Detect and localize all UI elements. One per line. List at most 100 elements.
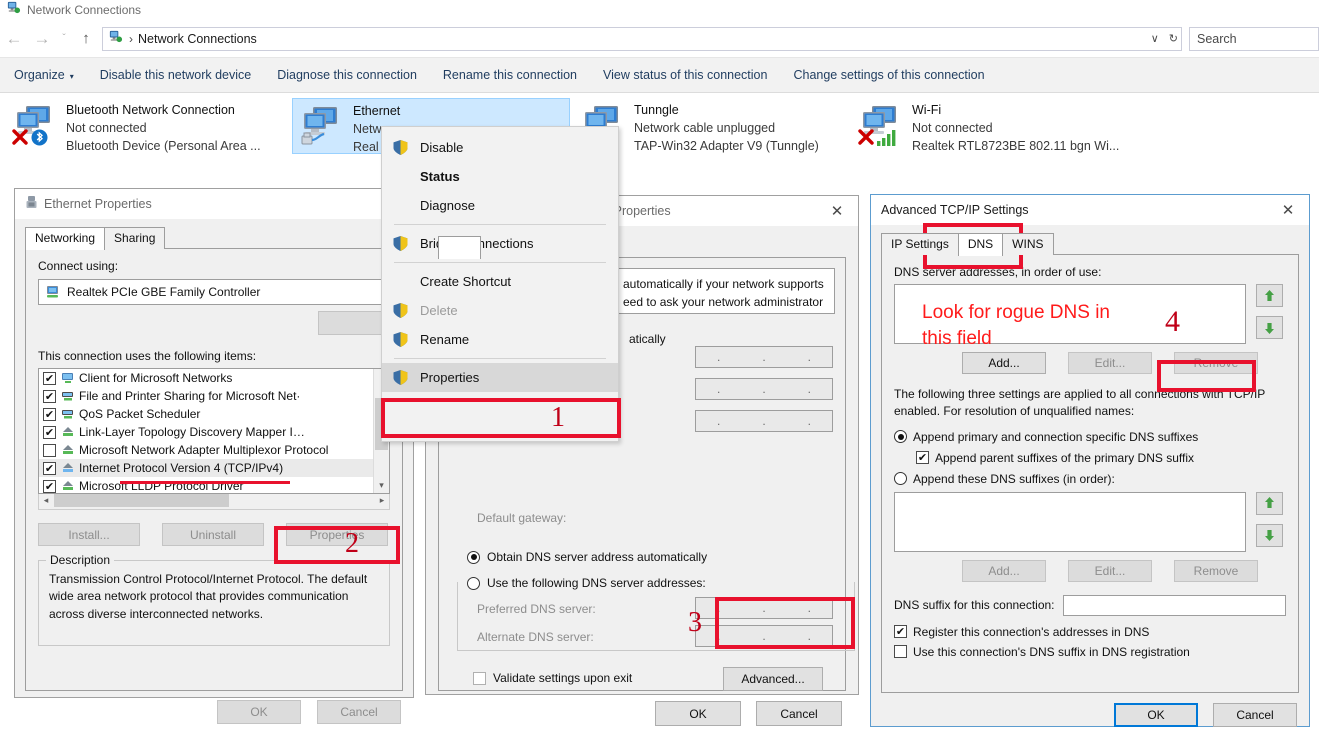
append-primary-radio[interactable]: Append primary and connection specific D… xyxy=(894,430,1286,444)
list-horizontal-scrollbar[interactable]: ◂ ▸ xyxy=(38,494,390,510)
breadcrumb-current[interactable]: Network Connections xyxy=(138,32,257,46)
close-icon[interactable]: ✕ xyxy=(1267,195,1309,225)
network-items-listbox[interactable]: ✔ Client for Microsoft Networks ✔ File a… xyxy=(38,368,390,494)
ok-button[interactable]: OK xyxy=(217,700,301,724)
append-parent-checkbox[interactable]: ✔ Append parent suffixes of the primary … xyxy=(916,451,1286,465)
list-item[interactable]: ✔ Microsoft LLDP Protocol Driver xyxy=(39,477,389,493)
list-item[interactable]: ✔ File and Printer Sharing for Microsoft… xyxy=(39,387,389,405)
subnet-mask-field[interactable]: ... xyxy=(695,378,833,400)
suffix-edit-button[interactable]: Edit... xyxy=(1068,559,1152,582)
install-button[interactable]: Install... xyxy=(38,523,140,546)
context-item-properties[interactable]: Properties xyxy=(382,363,618,392)
scroll-right-icon[interactable]: ▸ xyxy=(375,494,389,507)
breadcrumb-dropdown-icon[interactable]: ∨ xyxy=(1151,32,1159,45)
checkbox-icon[interactable] xyxy=(894,645,907,659)
signal-bars-icon xyxy=(877,130,896,146)
use-suffix-checkbox[interactable]: Use this connection's DNS suffix in DNS … xyxy=(894,645,1286,659)
item-checkbox[interactable] xyxy=(43,443,56,457)
suffix-add-button[interactable]: Add... xyxy=(962,559,1046,582)
alternate-dns-field[interactable]: ... xyxy=(695,625,833,647)
tab-wins[interactable]: WINS xyxy=(1002,233,1054,255)
dns-suffix-input[interactable] xyxy=(1062,594,1286,616)
ethernet-port-icon xyxy=(25,195,38,214)
rename-connection-button[interactable]: Rename this connection xyxy=(430,68,590,82)
context-item-bridge-connections[interactable]: Bridge Connections xyxy=(382,229,618,258)
dns-add-button[interactable]: Add... xyxy=(962,352,1046,374)
obtain-dns-automatically-radio[interactable]: Obtain DNS server address automatically xyxy=(467,550,707,564)
up-button[interactable]: ↑ xyxy=(72,25,100,53)
tab-ip-settings[interactable]: IP Settings xyxy=(881,233,959,255)
item-checkbox[interactable]: ✔ xyxy=(43,461,56,475)
dns-edit-button[interactable]: Edit... xyxy=(1068,352,1152,374)
tab-networking[interactable]: Networking xyxy=(25,227,106,250)
ok-button[interactable]: OK xyxy=(1114,703,1198,727)
disable-device-button[interactable]: Disable this network device xyxy=(87,68,264,82)
adapter-status: Not connected xyxy=(912,120,993,135)
cancel-button[interactable]: Cancel xyxy=(317,700,401,724)
item-checkbox[interactable]: ✔ xyxy=(43,425,56,439)
radio-icon[interactable] xyxy=(467,576,480,590)
register-addresses-checkbox[interactable]: ✔ Register this connection's addresses i… xyxy=(894,625,1286,639)
list-item[interactable]: ✔ QoS Packet Scheduler xyxy=(39,405,389,423)
checkbox-icon[interactable]: ✔ xyxy=(916,451,929,465)
preferred-dns-field[interactable]: ... xyxy=(695,597,833,619)
item-checkbox[interactable]: ✔ xyxy=(43,371,56,385)
use-following-dns-radio[interactable]: Use the following DNS server addresses: xyxy=(467,576,706,590)
context-item-create-shortcut[interactable]: Create Shortcut xyxy=(382,267,618,296)
validate-settings-checkbox[interactable]: Validate settings upon exit xyxy=(473,671,632,685)
tab-dns[interactable]: DNS xyxy=(957,233,1004,256)
item-checkbox[interactable]: ✔ xyxy=(43,407,56,421)
suffix-move-up-button[interactable] xyxy=(1256,491,1283,515)
dns-remove-button[interactable]: Remove xyxy=(1174,352,1258,374)
tab-general[interactable] xyxy=(438,236,482,259)
append-these-radio[interactable]: Append these DNS suffixes (in order): xyxy=(894,472,1286,486)
search-input[interactable]: Search xyxy=(1189,26,1319,51)
adapter-tile-bluetooth[interactable]: Bluetooth Network Connection Not connect… xyxy=(6,98,288,154)
list-item-selected[interactable]: ✔ Internet Protocol Version 4 (TCP/IPv4) xyxy=(39,459,389,477)
scroll-down-icon[interactable]: ▾ xyxy=(374,480,389,491)
configure-button[interactable] xyxy=(318,311,390,335)
suffix-move-down-button[interactable] xyxy=(1256,523,1283,547)
ip-address-field[interactable]: ... xyxy=(695,346,833,368)
tab-sharing[interactable]: Sharing xyxy=(104,227,166,249)
recent-locations-button[interactable]: ˇ xyxy=(56,25,72,53)
context-item-disable[interactable]: Disable xyxy=(382,133,618,162)
scroll-left-icon[interactable]: ◂ xyxy=(39,494,53,507)
advanced-button[interactable]: Advanced... xyxy=(723,667,823,691)
context-item-rename[interactable]: Rename xyxy=(382,325,618,354)
list-item[interactable]: ✔ Client for Microsoft Networks xyxy=(39,369,389,387)
radio-icon[interactable] xyxy=(894,430,907,444)
uninstall-button[interactable]: Uninstall xyxy=(162,523,264,546)
scrollbar-thumb[interactable] xyxy=(54,494,229,507)
change-settings-button[interactable]: Change settings of this connection xyxy=(780,68,997,82)
dns-server-listbox[interactable] xyxy=(894,284,1246,344)
move-up-button[interactable] xyxy=(1256,284,1283,307)
back-button[interactable]: ← xyxy=(0,25,28,53)
item-checkbox[interactable]: ✔ xyxy=(43,479,56,493)
radio-icon[interactable] xyxy=(467,550,480,564)
checkbox-icon[interactable]: ✔ xyxy=(894,625,907,639)
checkbox-icon[interactable] xyxy=(473,671,486,685)
breadcrumb-bar[interactable]: › Network Connections ∨ ↻ xyxy=(102,26,1182,51)
move-down-button[interactable] xyxy=(1256,316,1283,339)
dns-suffix-listbox[interactable] xyxy=(894,491,1246,552)
adapter-tile-wifi[interactable]: Wi-Fi Not connected Realtek RTL8723BE 80… xyxy=(852,98,1152,154)
suffix-remove-button[interactable]: Remove xyxy=(1174,559,1258,582)
list-item[interactable]: ✔ Link-Layer Topology Discovery Mapper I… xyxy=(39,423,389,441)
close-icon[interactable]: ✕ xyxy=(816,196,858,226)
radio-icon[interactable] xyxy=(894,472,907,486)
item-properties-button[interactable]: Properties xyxy=(286,523,388,546)
list-item[interactable]: Microsoft Network Adapter Multiplexor Pr… xyxy=(39,441,389,459)
ok-button[interactable]: OK xyxy=(655,701,741,726)
cancel-button[interactable]: Cancel xyxy=(1213,703,1297,727)
refresh-icon[interactable]: ↻ xyxy=(1169,32,1178,45)
item-checkbox[interactable]: ✔ xyxy=(43,389,56,403)
context-item-status[interactable]: Status xyxy=(382,162,618,191)
organize-button[interactable]: Organize ▾ xyxy=(0,68,87,82)
cancel-button[interactable]: Cancel xyxy=(756,701,842,726)
view-status-button[interactable]: View status of this connection xyxy=(590,68,780,82)
default-gateway-field[interactable]: ... xyxy=(695,410,833,432)
diagnose-connection-button[interactable]: Diagnose this connection xyxy=(264,68,430,82)
context-item-diagnose[interactable]: Diagnose xyxy=(382,191,618,220)
forward-button[interactable]: → xyxy=(28,25,56,53)
